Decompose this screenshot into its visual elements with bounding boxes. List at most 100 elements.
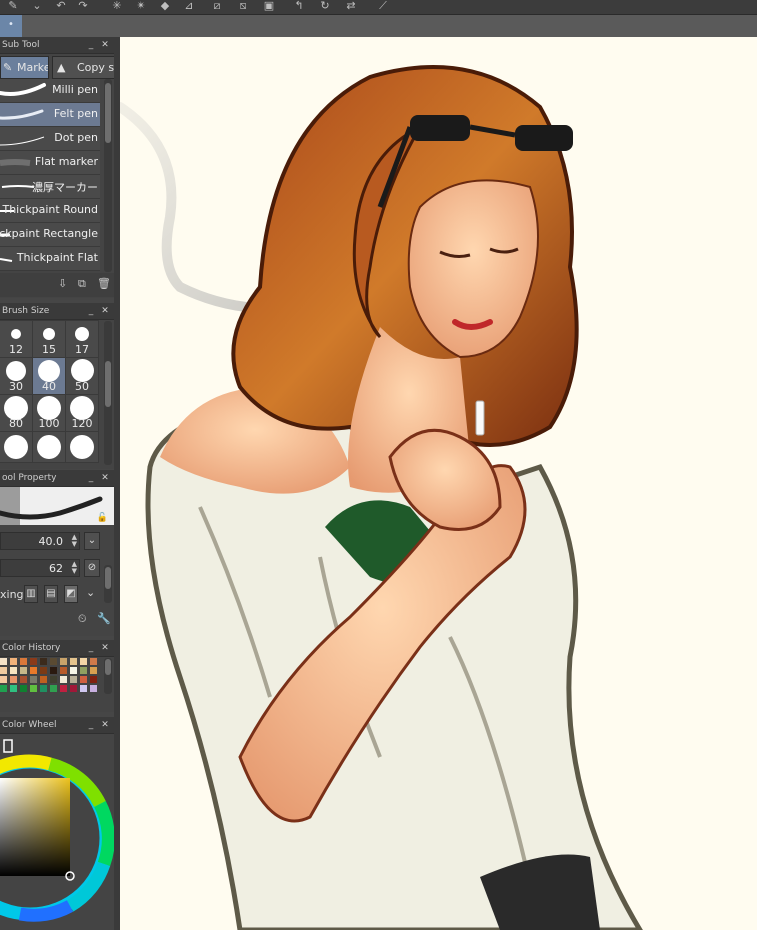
opacity-dynamics-button[interactable]: ⊘ <box>84 559 100 577</box>
minimize-icon[interactable]: _ <box>86 640 96 656</box>
color-swatch[interactable] <box>80 658 87 665</box>
color-swatch[interactable] <box>30 676 37 683</box>
color-swatch[interactable] <box>10 658 17 665</box>
color-swatch[interactable] <box>20 658 27 665</box>
undo-icon[interactable]: ↶ <box>54 0 68 12</box>
color-swatch[interactable] <box>30 685 37 692</box>
pen-icon[interactable]: ✎ <box>6 0 20 12</box>
color-swatch[interactable] <box>90 658 97 665</box>
spinner-icon[interactable]: ▲ ▼ <box>72 534 77 548</box>
size-cell-80[interactable]: 80 <box>0 394 33 432</box>
rotate-icon[interactable]: ↻ <box>318 0 332 12</box>
minimize-icon[interactable]: _ <box>86 470 96 486</box>
minimize-icon[interactable]: _ <box>86 37 96 53</box>
brush-thickpaint-rectangle[interactable]: Thickpaint Rectangle <box>0 223 100 247</box>
close-icon[interactable]: ✕ <box>100 303 110 319</box>
brush-thickpaint-flat[interactable]: Thickpaint Flat <box>0 247 100 271</box>
color-swatch[interactable] <box>0 676 7 683</box>
brush-thickpaint-round[interactable]: Thickpaint Round <box>0 199 100 223</box>
close-icon[interactable]: ✕ <box>100 470 110 486</box>
color-swatch[interactable] <box>20 667 27 674</box>
size-cell-15[interactable]: 15 <box>32 320 66 358</box>
color-swatch[interactable] <box>30 658 37 665</box>
invert-selection-icon[interactable]: ⧅ <box>236 0 250 12</box>
wrench-icon[interactable]: 🔧 <box>97 612 111 625</box>
chevron-down-icon[interactable]: ⌄ <box>86 586 95 599</box>
trash-icon[interactable]: 🗑 <box>97 277 111 290</box>
crop-icon[interactable]: ▣ <box>262 0 276 12</box>
color-swatch[interactable] <box>40 685 47 692</box>
mixing-blend-button[interactable]: ▤ <box>44 585 58 603</box>
color-swatch[interactable] <box>0 667 7 674</box>
drawing-canvas[interactable] <box>120 37 757 930</box>
lock-icon[interactable]: 🔓 <box>97 513 108 523</box>
brush-size-field[interactable]: 40.0 ▲ ▼ <box>0 532 80 550</box>
brush-flat-marker[interactable]: Flat marker <box>0 151 100 175</box>
subtool-tab-marker[interactable]: ✎ Marker <box>0 56 49 79</box>
ruler-icon[interactable]: ⟋ <box>376 0 390 12</box>
color-swatch[interactable] <box>30 667 37 674</box>
color-swatch[interactable] <box>10 676 17 683</box>
color-swatch[interactable] <box>60 676 67 683</box>
brush-dot-pen[interactable]: Dot pen <box>0 127 100 151</box>
color-swatch[interactable] <box>90 676 97 683</box>
color-wheel[interactable] <box>0 734 114 930</box>
minimize-icon[interactable]: _ <box>86 717 96 733</box>
size-cell-next[interactable] <box>0 431 33 463</box>
color-swatch[interactable] <box>70 667 77 674</box>
fill-icon[interactable]: ◆ <box>158 0 172 12</box>
color-swatch[interactable] <box>10 685 17 692</box>
scrollbar-thumb[interactable] <box>105 567 111 589</box>
document-tab[interactable]: • <box>0 15 22 37</box>
color-swatch[interactable] <box>80 676 87 683</box>
size-cell-50[interactable]: 50 <box>65 357 99 395</box>
reset-icon[interactable]: ⏲ <box>78 612 87 626</box>
color-swatch[interactable] <box>70 658 77 665</box>
color-swatch[interactable] <box>60 685 67 692</box>
redo-icon[interactable]: ↷ <box>76 0 90 12</box>
artwork-illustration[interactable] <box>120 37 757 930</box>
brush-list-scrollbar[interactable] <box>104 79 112 272</box>
scrollbar-thumb[interactable] <box>105 659 111 675</box>
flip-icon[interactable]: ⇄ <box>344 0 358 12</box>
color-swatch[interactable] <box>20 685 27 692</box>
color-swatch[interactable] <box>50 658 57 665</box>
close-icon[interactable]: ✕ <box>100 717 110 733</box>
color-swatch[interactable] <box>90 685 97 692</box>
color-swatch[interactable] <box>40 667 47 674</box>
size-cell-30[interactable]: 30 <box>0 357 33 395</box>
brush-size-scrollbar[interactable] <box>104 321 112 465</box>
opacity-field[interactable]: 62 ▲ ▼ <box>0 559 80 577</box>
color-swatch[interactable] <box>60 667 67 674</box>
brush-felt-pen[interactable]: Felt pen <box>0 103 100 127</box>
color-swatch[interactable] <box>50 667 57 674</box>
size-cell-120[interactable]: 120 <box>65 394 99 432</box>
color-swatch[interactable] <box>70 676 77 683</box>
rotate-left-icon[interactable]: ↰ <box>292 0 306 12</box>
brush-milli-pen[interactable]: Milli pen <box>0 79 100 103</box>
duplicate-icon[interactable]: ⧉ <box>78 277 86 291</box>
subtool-tab-copy-stamp[interactable]: ▲ Copy st <box>52 56 116 79</box>
scrollbar-thumb[interactable] <box>105 83 111 143</box>
size-dynamics-button[interactable]: ⌄ <box>84 532 100 550</box>
color-history-scrollbar[interactable] <box>104 658 112 694</box>
color-swatch[interactable] <box>20 676 27 683</box>
tool-property-scrollbar[interactable] <box>104 565 112 603</box>
close-icon[interactable]: ✕ <box>100 37 110 53</box>
color-swatch[interactable] <box>40 676 47 683</box>
size-cell-17[interactable]: 17 <box>65 320 99 358</box>
color-swatch[interactable] <box>80 685 87 692</box>
color-swatch[interactable] <box>0 685 7 692</box>
color-swatch[interactable] <box>50 676 57 683</box>
size-cell-100[interactable]: 100 <box>32 394 66 432</box>
size-cell-next[interactable] <box>32 431 66 463</box>
clear-outside-icon[interactable]: ✴ <box>134 0 148 12</box>
hue-cursor[interactable] <box>3 739 13 753</box>
scrollbar-thumb[interactable] <box>105 361 111 407</box>
size-cell-40[interactable]: 40 <box>32 357 66 395</box>
minimize-icon[interactable]: _ <box>86 303 96 319</box>
brush-thick-marker[interactable]: 濃厚マーカー <box>0 175 100 199</box>
color-swatch[interactable] <box>80 667 87 674</box>
size-cell-12[interactable]: 12 <box>0 320 33 358</box>
color-swatch[interactable] <box>60 658 67 665</box>
